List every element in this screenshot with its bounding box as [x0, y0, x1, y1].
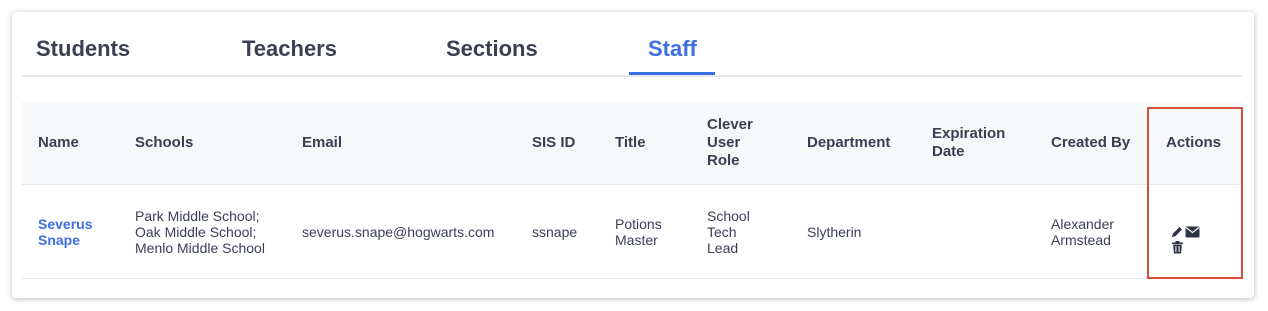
column-header-email: Email [302, 134, 343, 151]
trash-icon[interactable] [1172, 241, 1183, 254]
row-actions [1170, 225, 1210, 255]
column-header-actions: Actions [1166, 134, 1222, 151]
staff-department: Slytherin [807, 223, 862, 240]
active-tab-underline [629, 72, 715, 75]
staff-card: Students Teachers Sections Staff Name Sc… [12, 12, 1254, 298]
staff-sis-id: ssnape [532, 223, 578, 240]
staff-clever-user-role: School Tech Lead [707, 207, 750, 256]
column-header-title: Title [615, 134, 646, 151]
column-header-clever-user-role: Clever User Role [707, 116, 753, 169]
table-row: Severus Snape Park Middle School; Oak Mi… [22, 185, 1242, 279]
staff-created-by: Alexander Armstead [1051, 215, 1115, 248]
tab-sections[interactable]: Sections [446, 36, 538, 62]
tab-staff[interactable]: Staff [648, 36, 697, 62]
tab-bar: Students Teachers Sections Staff [22, 12, 1242, 77]
staff-email: severus.snape@hogwarts.com [302, 223, 495, 240]
staff-name-link[interactable]: Severus Snape [38, 216, 110, 248]
staff-title: Potions Master [615, 215, 662, 248]
column-header-created-by: Created By [1051, 134, 1131, 151]
column-header-name: Name [38, 134, 79, 151]
envelope-icon[interactable] [1185, 226, 1200, 238]
column-header-schools: Schools [135, 134, 194, 151]
column-header-department: Department [807, 134, 891, 151]
column-header-expiration-date: Expiration Date [932, 125, 1006, 160]
staff-schools: Park Middle School; Oak Middle School; M… [135, 207, 265, 256]
column-header-sis-id: SIS ID [532, 134, 576, 151]
tab-students[interactable]: Students [36, 36, 130, 62]
pencil-icon[interactable] [1170, 225, 1184, 239]
table-header-row: Name Schools Email SIS ID Title Clever U… [22, 102, 1242, 185]
tab-teachers[interactable]: Teachers [242, 36, 337, 62]
